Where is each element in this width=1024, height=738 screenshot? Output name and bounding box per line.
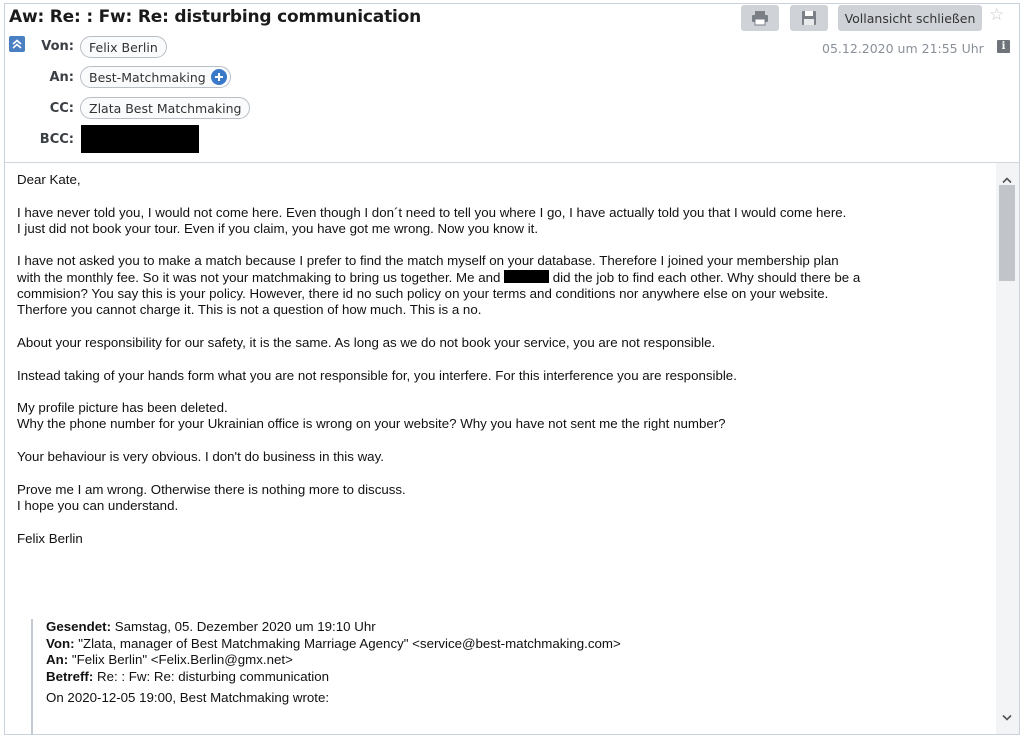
cc-label: CC: bbox=[49, 101, 74, 116]
mail-body-text: Dear Kate, I have never told you, I woul… bbox=[17, 172, 989, 563]
quote-wrote-line: On 2020-12-05 19:00, Best Matchmaking wr… bbox=[46, 690, 330, 705]
quoted-message: Gesendet: Samstag, 05. Dezember 2020 um … bbox=[31, 619, 991, 734]
scrollbar-thumb[interactable] bbox=[999, 185, 1015, 281]
info-icon[interactable]: i bbox=[997, 40, 1010, 53]
name-redaction bbox=[504, 269, 550, 283]
from-contact-pill[interactable]: Felix Berlin bbox=[80, 36, 167, 58]
close-full-view-button[interactable]: Vollansicht schließen bbox=[838, 5, 982, 31]
floppy-disk-icon bbox=[801, 10, 817, 26]
body-paragraph: Prove me I am wrong. Otherwise there is … bbox=[17, 481, 406, 513]
star-icon[interactable]: ☆ bbox=[989, 7, 1004, 24]
to-label: An: bbox=[49, 70, 74, 85]
from-label: Von: bbox=[41, 39, 74, 54]
quote-subject-label: Betreff: bbox=[46, 668, 94, 684]
bcc-redaction bbox=[81, 125, 199, 153]
cc-contact-pill[interactable]: Zlata Best Matchmaking bbox=[80, 97, 251, 119]
quote-sent-line: Gesendet: Samstag, 05. Dezember 2020 um … bbox=[46, 619, 991, 636]
quote-subject-line: Betreff: Re: : Fw: Re: disturbing commun… bbox=[46, 669, 991, 686]
from-contact-name: Felix Berlin bbox=[89, 39, 158, 55]
body-paragraph: Your behaviour is very obvious. I don't … bbox=[17, 449, 384, 465]
cc-contact-name: Zlata Best Matchmaking bbox=[89, 100, 242, 116]
quote-to-value: "Felix Berlin" <Felix.Berlin@gmx.net> bbox=[71, 652, 293, 667]
to-contact-name: Best-Matchmaking bbox=[89, 69, 206, 85]
bcc-label: BCC: bbox=[39, 132, 74, 147]
mail-date: 05.12.2020 um 21:55 Uhr bbox=[822, 41, 984, 56]
body-paragraph: My profile picture has been deleted. Why… bbox=[17, 400, 726, 432]
to-contact-pill[interactable]: Best-Matchmaking bbox=[80, 66, 231, 88]
print-button[interactable] bbox=[741, 5, 779, 31]
body-paragraph: Instead taking of your hands form what y… bbox=[17, 367, 737, 383]
body-paragraph: I have not asked you to make a match bec… bbox=[17, 253, 989, 318]
quote-to-line: An: "Felix Berlin" <Felix.Berlin@gmx.net… bbox=[46, 652, 991, 669]
quote-from-line: Von: "Zlata, manager of Best Matchmaking… bbox=[46, 636, 991, 653]
quote-sent-label: Gesendet: bbox=[46, 619, 112, 634]
quote-subject-value: Re: : Fw: Re: disturbing communication bbox=[96, 668, 330, 684]
signature: Felix Berlin bbox=[17, 530, 83, 546]
scroll-down-icon[interactable] bbox=[1001, 707, 1013, 726]
body-paragraph: About your responsibility for our safety… bbox=[17, 334, 716, 350]
quote-from-value: "Zlata, manager of Best Matchmaking Marr… bbox=[78, 635, 621, 651]
greeting: Dear Kate, bbox=[17, 172, 81, 187]
mail-subject: Aw: Re: : Fw: Re: disturbing communicati… bbox=[9, 7, 422, 27]
quote-to-label: An: bbox=[46, 652, 69, 667]
add-contact-icon[interactable] bbox=[210, 69, 227, 85]
body-scrollbar[interactable] bbox=[996, 163, 1019, 734]
printer-icon bbox=[751, 10, 769, 26]
mail-body: Dear Kate, I have never told you, I woul… bbox=[5, 163, 995, 734]
quote-sent-value: Samstag, 05. Dezember 2020 um 19:10 Uhr bbox=[114, 619, 376, 634]
quote-from-label: Von: bbox=[46, 635, 75, 651]
save-button[interactable] bbox=[790, 5, 828, 31]
body-paragraph: I have never told you, I would not come … bbox=[17, 204, 847, 236]
